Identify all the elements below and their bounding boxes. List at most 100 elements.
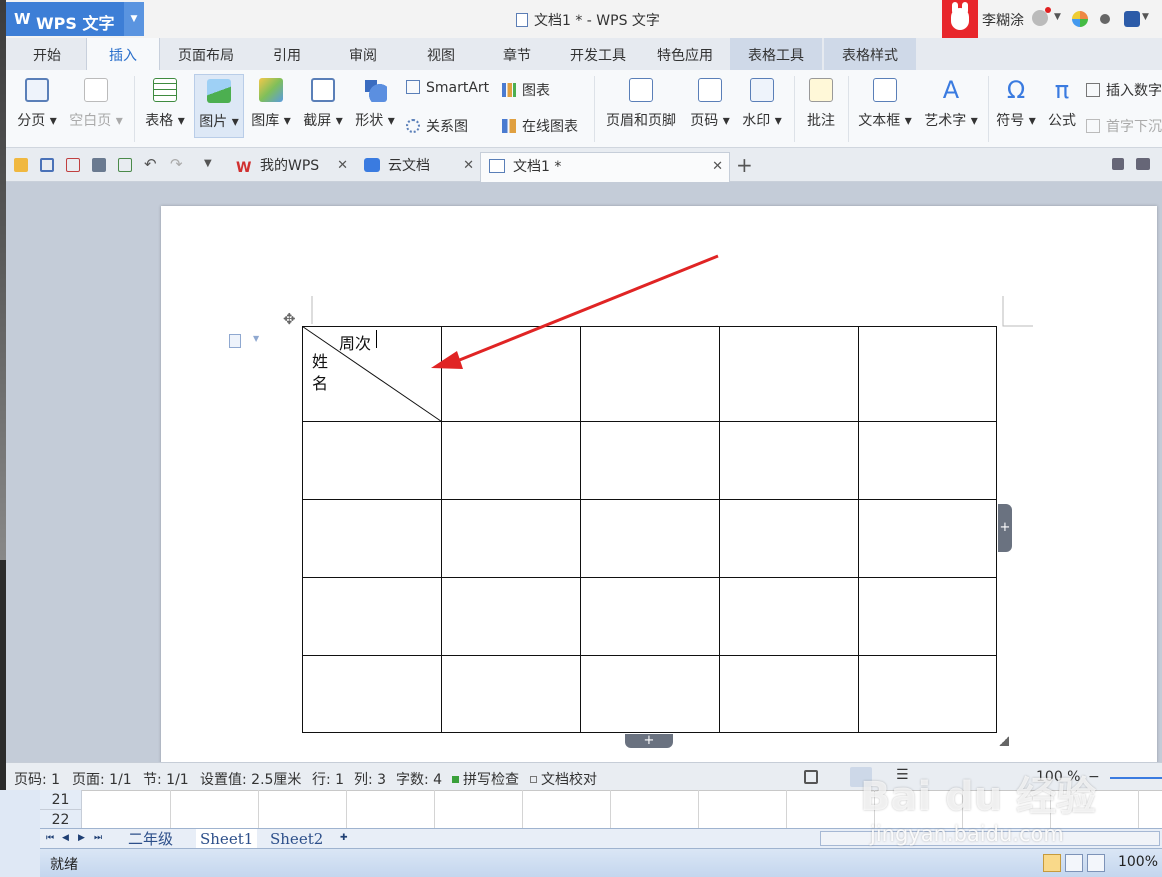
tab-review[interactable]: 审阅	[330, 38, 396, 70]
save-icon[interactable]	[40, 158, 54, 172]
shapes-label: 形状	[355, 113, 384, 129]
settings-icon[interactable]	[1100, 14, 1110, 24]
shapes-button[interactable]: 形状 ▾	[350, 70, 400, 130]
symbol-button[interactable]: Ω 符号 ▾	[994, 70, 1038, 130]
print-preview-icon[interactable]	[118, 158, 132, 172]
formula-button[interactable]: π 公式	[1042, 70, 1082, 130]
fullscreen-view-icon[interactable]	[804, 770, 818, 784]
normal-view-icon[interactable]	[1043, 854, 1061, 872]
status-section[interactable]: 节: 1/1	[143, 769, 189, 789]
new-sheet-icon[interactable]: ✚	[340, 832, 356, 844]
tab-special-apps[interactable]: 特色应用	[642, 38, 728, 70]
page-number-button[interactable]: 页码 ▾	[686, 70, 734, 130]
cloud-sync-icon[interactable]	[1124, 11, 1140, 27]
tab-view[interactable]: 视图	[408, 38, 474, 70]
undo-icon[interactable]: ↶	[144, 155, 157, 173]
header-footer-button[interactable]: 页眉和页脚	[600, 70, 682, 130]
zoom-slider[interactable]	[1110, 777, 1162, 779]
chevron-down-icon[interactable]: ▼	[1054, 12, 1061, 22]
status-setting[interactable]: 设置值: 2.5厘米	[200, 769, 301, 789]
app-menu-button[interactable]: W WPS 文字 ▼	[6, 2, 144, 36]
prev-sheet-icon[interactable]: ◀	[62, 832, 72, 844]
wordart-button[interactable]: A 艺术字 ▾	[920, 70, 982, 130]
drop-cap-button[interactable]: 首字下沉	[1086, 116, 1162, 136]
paragraph-marker-icon[interactable]	[229, 334, 241, 348]
next-sheet-icon[interactable]: ▶	[78, 832, 88, 844]
insert-number-button[interactable]: 插入数字	[1086, 80, 1162, 100]
export-pdf-icon[interactable]	[66, 158, 80, 172]
smartart-button[interactable]: SmartArt	[406, 80, 489, 96]
textbox-button[interactable]: 文本框 ▾	[854, 70, 916, 130]
sheet-tab[interactable]: Sheet2	[266, 829, 327, 849]
baidu-watermark: Bai du 经验	[860, 774, 1097, 820]
doc-proof-toggle[interactable]: 文档校对	[530, 769, 597, 789]
first-sheet-icon[interactable]: ⏮	[46, 832, 56, 844]
chevron-down-icon[interactable]: ▼	[124, 2, 144, 36]
open-folder-icon[interactable]	[14, 158, 28, 172]
notification-dot-icon	[1045, 7, 1051, 13]
last-sheet-icon[interactable]: ⏭	[94, 832, 104, 844]
close-icon[interactable]: ✕	[463, 152, 474, 180]
tab-references[interactable]: 引用	[254, 38, 320, 70]
page-break-button[interactable]: 分页 ▾	[12, 70, 62, 130]
add-row-button[interactable]: +	[625, 734, 673, 748]
new-tab-icon[interactable]: +	[736, 153, 753, 177]
table-move-handle-icon[interactable]: ✥	[283, 310, 296, 328]
tab-developer[interactable]: 开发工具	[556, 38, 640, 70]
online-chart-button[interactable]: 在线图表	[502, 116, 578, 136]
online-chart-label: 在线图表	[522, 119, 578, 135]
relation-chart-button[interactable]: 关系图	[406, 116, 468, 136]
excel-zoom-level[interactable]: 100%	[1118, 854, 1158, 870]
picture-label: 图片	[199, 114, 228, 130]
skin-icon[interactable]	[1072, 11, 1088, 27]
gallery-button[interactable]: 图库 ▾	[248, 70, 294, 130]
picture-button[interactable]: 图片 ▾	[194, 74, 244, 138]
tab-page-layout[interactable]: 页面布局	[164, 38, 248, 70]
doc-tab-my-wps[interactable]: W 我的WPS ✕	[228, 152, 354, 182]
document-tabs-bar: ↶ ↷ ▼ W 我的WPS ✕ 云文档 ✕ 文档1 * ✕ +	[6, 148, 1162, 182]
doc-tab-document1[interactable]: 文档1 * ✕	[480, 152, 730, 182]
table-button[interactable]: 表格 ▾	[140, 70, 190, 130]
add-column-button[interactable]: +	[998, 504, 1012, 552]
header-cell-name-1: 姓	[312, 352, 329, 371]
user-name[interactable]: 李糊涂	[982, 10, 1024, 30]
chevron-down-icon[interactable]: ▼	[253, 334, 259, 343]
chevron-down-icon[interactable]: ▼	[1142, 12, 1149, 22]
page-layout-icon[interactable]	[1065, 854, 1083, 872]
picture-icon	[207, 79, 231, 103]
redo-icon[interactable]: ↷	[170, 155, 183, 173]
close-icon[interactable]: ✕	[712, 153, 723, 181]
avatar[interactable]	[942, 0, 978, 38]
tab-table-style[interactable]: 表格样式	[824, 38, 916, 70]
status-page-num[interactable]: 页码: 1	[14, 769, 60, 789]
status-word-count[interactable]: 字数: 4	[396, 769, 442, 789]
close-icon[interactable]: ✕	[337, 152, 348, 180]
table-resize-handle-icon[interactable]	[999, 736, 1009, 746]
pin-icon[interactable]	[1112, 158, 1124, 170]
watermark-button[interactable]: 水印 ▾	[738, 70, 786, 130]
tab-home[interactable]: 开始	[12, 38, 82, 70]
doc-tab-label: 文档1 *	[513, 159, 562, 175]
page-break-label: 分页	[17, 113, 46, 129]
screenshot-button[interactable]: 截屏 ▾	[298, 70, 348, 130]
sheet-tab[interactable]: 二年级	[124, 829, 177, 849]
document-page[interactable]: ✥ ▼ 周次 姓 名 + +	[161, 206, 1157, 766]
status-row[interactable]: 行: 1	[312, 769, 344, 789]
status-col[interactable]: 列: 3	[354, 769, 386, 789]
ribbon-separator	[848, 76, 849, 142]
spell-check-toggle[interactable]: 拼写检查	[452, 769, 519, 789]
status-pages[interactable]: 页面: 1/1	[72, 769, 132, 789]
tab-insert[interactable]: 插入	[86, 38, 160, 70]
tab-chapter[interactable]: 章节	[484, 38, 550, 70]
blank-page-button[interactable]: 空白页 ▾	[64, 70, 128, 130]
sheet-tab[interactable]: Sheet1	[196, 829, 258, 849]
quick-access-dropdown-icon[interactable]: ▼	[204, 158, 212, 169]
table[interactable]	[302, 326, 997, 733]
comment-button[interactable]: 批注	[800, 70, 842, 130]
chart-button[interactable]: 图表	[502, 80, 550, 100]
window-icon[interactable]	[1136, 158, 1150, 170]
print-icon[interactable]	[92, 158, 106, 172]
page-break-view-icon[interactable]	[1087, 854, 1105, 872]
doc-tab-cloud[interactable]: 云文档 ✕	[356, 152, 480, 182]
tab-table-tools[interactable]: 表格工具	[730, 38, 822, 70]
